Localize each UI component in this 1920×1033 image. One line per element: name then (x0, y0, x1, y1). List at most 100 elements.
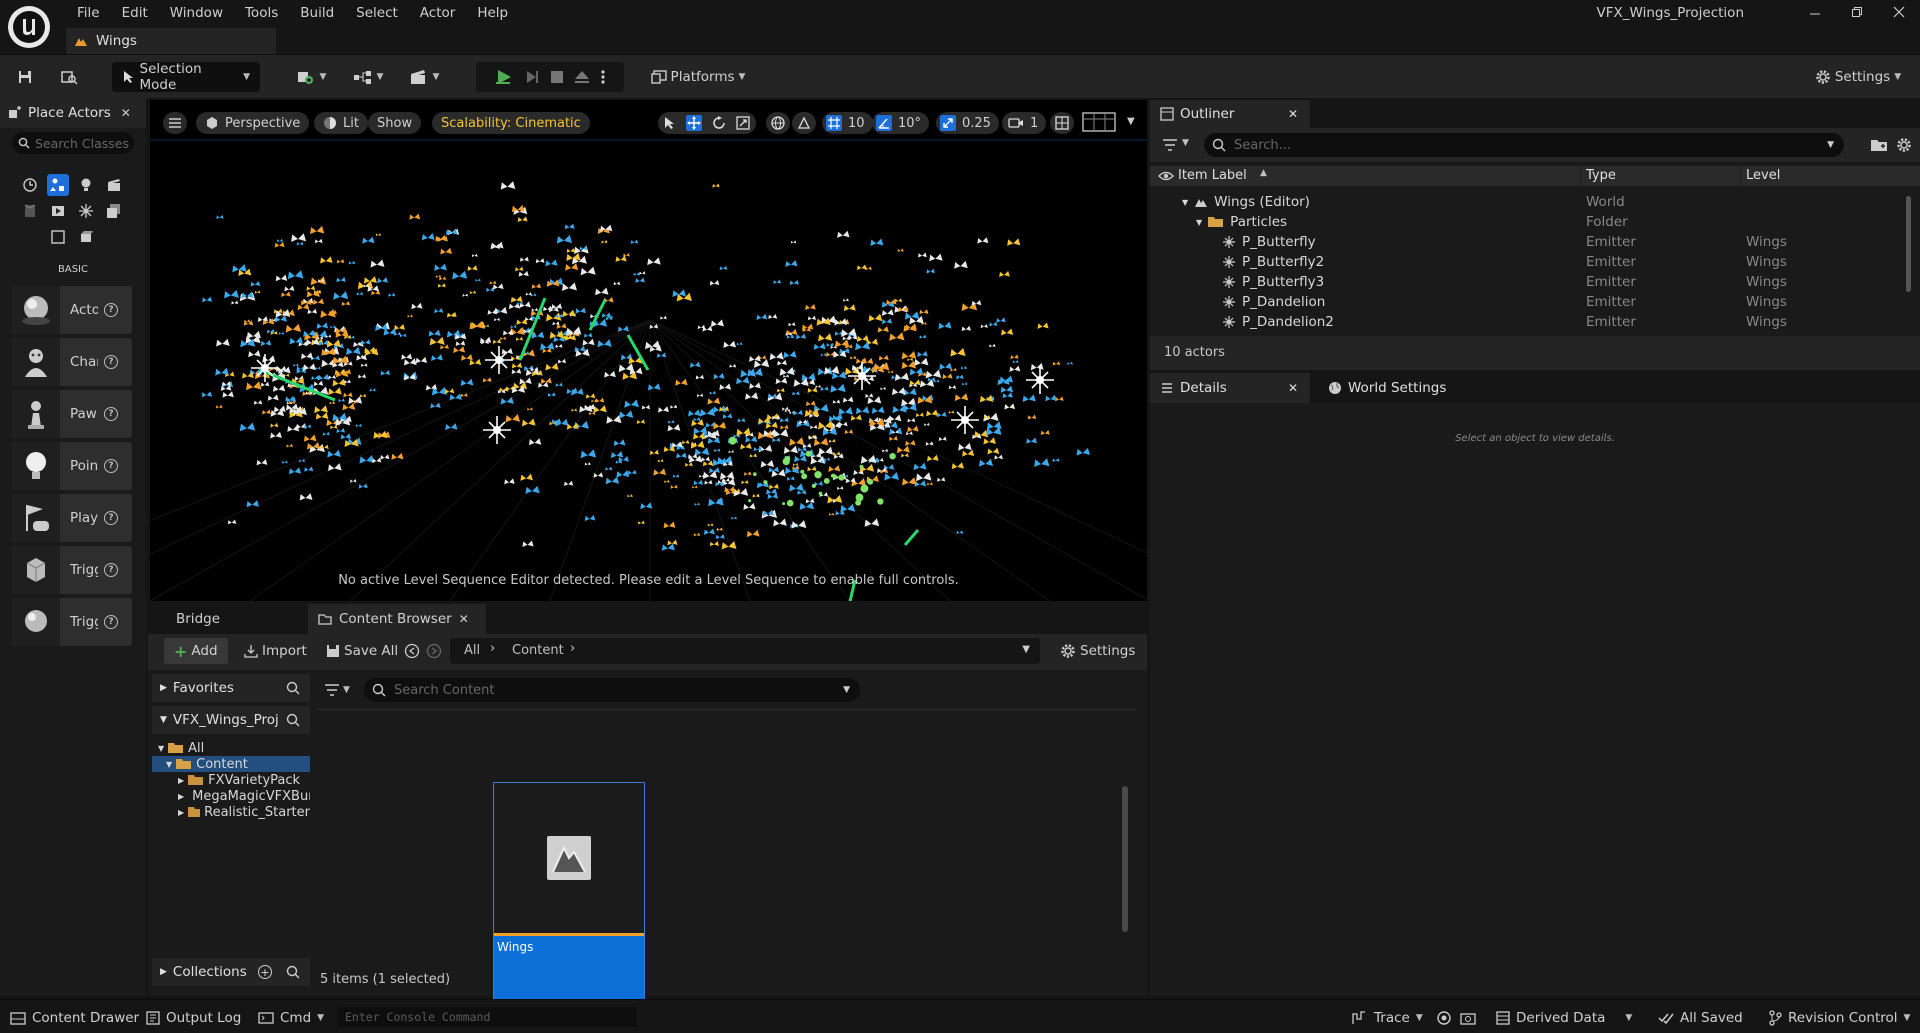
tree-item-all[interactable]: ▼ All (152, 740, 310, 756)
eye-icon[interactable] (1158, 170, 1174, 182)
chevron-right-icon[interactable]: › (570, 641, 575, 656)
actor-item-actor[interactable]: Actor ? (12, 286, 132, 334)
cinematic-icon[interactable] (103, 174, 125, 196)
help-icon[interactable]: ? (104, 563, 118, 577)
search-icon[interactable] (286, 681, 300, 695)
search-icon[interactable] (286, 713, 300, 727)
outliner-tab[interactable]: Outliner ✕ (1150, 100, 1310, 128)
tab-content-browser[interactable]: Content Browser ✕ (308, 604, 486, 634)
close-tab-icon[interactable]: ✕ (1288, 381, 1298, 395)
save-all-button[interactable]: Save All (326, 638, 398, 664)
actor-item-trigger-sphere[interactable]: Trigger Sphere ? (12, 598, 132, 646)
actor-item-pawn[interactable]: Pawn ? (12, 390, 132, 438)
close-window-icon[interactable] (1878, 2, 1920, 22)
tree-item-realistic-starter[interactable]: ▶ Realistic_Starter (152, 804, 310, 820)
chevron-down-icon[interactable]: ▼ (1827, 140, 1834, 150)
favorites-section[interactable]: ▶ Favorites (152, 674, 310, 702)
basic-category-icon[interactable] (47, 174, 69, 196)
tab-bridge[interactable]: Bridge (166, 604, 230, 634)
path-content[interactable]: Content (512, 643, 564, 658)
help-icon[interactable]: ? (104, 303, 118, 317)
blueprint-button[interactable]: ▼ (348, 62, 388, 92)
level-viewport[interactable]: Perspective Lit Show Scalability: Cinema… (150, 100, 1147, 601)
basic-shapes-icon[interactable] (75, 226, 97, 248)
outliner-row-emitter[interactable]: P_Butterfly Emitter Wings (1150, 232, 1920, 252)
layout-icon[interactable] (1082, 110, 1116, 134)
gear-icon[interactable] (1896, 137, 1912, 153)
help-icon[interactable]: ? (104, 511, 118, 525)
help-icon[interactable]: ? (104, 615, 118, 629)
chevron-down-icon[interactable]: ▼ (1022, 644, 1030, 655)
menu-actor[interactable]: Actor (409, 3, 467, 23)
menu-select[interactable]: Select (345, 3, 409, 23)
menu-window[interactable]: Window (159, 3, 234, 23)
filter-icon[interactable] (324, 683, 340, 697)
outliner-row-folder[interactable]: ▼ Particles Folder (1150, 212, 1920, 232)
column-level[interactable]: Level (1746, 168, 1780, 183)
search-content-input[interactable]: Search Content ▼ (364, 678, 860, 702)
recent-icon[interactable] (19, 174, 41, 196)
chevron-down-icon[interactable]: ▼ (1127, 116, 1135, 127)
outliner-row-world[interactable]: ▼ Wings (Editor) World (1150, 192, 1920, 212)
scale-tool-icon[interactable] (736, 116, 750, 130)
minimize-icon[interactable] (1794, 2, 1836, 22)
menu-build[interactable]: Build (289, 3, 345, 23)
record-icon[interactable] (1436, 1008, 1452, 1028)
browse-icon[interactable] (56, 62, 82, 92)
viewport-menu-icon[interactable] (163, 112, 187, 134)
unreal-logo-icon[interactable] (8, 6, 50, 48)
rotation-snap-button[interactable]: 10° (872, 112, 930, 134)
outliner-row-emitter[interactable]: P_Butterfly3 Emitter Wings (1150, 272, 1920, 292)
tree-item-megamagic[interactable]: ▶ MegaMagicVFXBundle (152, 788, 310, 804)
column-type[interactable]: Type (1586, 168, 1616, 183)
asset-tile-wings[interactable]: Wings Level (493, 782, 645, 1027)
restore-icon[interactable] (1836, 2, 1878, 22)
scrollbar[interactable] (1906, 196, 1911, 292)
add-collection-icon[interactable]: + (258, 965, 272, 979)
place-actors-search[interactable]: Search Classes (12, 132, 134, 154)
tree-item-fxvarietypack[interactable]: ▶ FXVarietyPack (152, 772, 310, 788)
output-log-button[interactable]: Output Log (146, 1008, 241, 1028)
details-tab[interactable]: Details ✕ (1150, 373, 1310, 403)
derived-data-dropdown[interactable]: Derived Data ▼ (1496, 1008, 1632, 1028)
scale-snap-button[interactable]: 0.25 (936, 112, 999, 134)
screenshot-icon[interactable] (1460, 1008, 1476, 1028)
cinematics-button[interactable]: ▼ (404, 62, 444, 92)
actor-item-trigger-box[interactable]: Trigger Box ? (12, 546, 132, 594)
grid-snap-button[interactable]: 10 (822, 112, 873, 134)
visual-effects-icon[interactable] (19, 200, 41, 222)
world-space-icon[interactable] (766, 112, 790, 134)
world-settings-tab[interactable]: World Settings (1318, 373, 1446, 403)
perspective-button[interactable]: Perspective (196, 112, 310, 134)
selection-mode-dropdown[interactable]: Selection Mode ▼ (112, 61, 260, 93)
outliner-row-emitter[interactable]: P_Dandelion Emitter Wings (1150, 292, 1920, 312)
scalability-button[interactable]: Scalability: Cinematic (432, 112, 590, 134)
help-icon[interactable]: ? (104, 407, 118, 421)
menu-file[interactable]: File (66, 3, 111, 23)
shapes-icon[interactable] (47, 226, 69, 248)
camera-speed-button[interactable]: 1 (1002, 112, 1047, 134)
stop-icon[interactable] (550, 70, 564, 84)
advance-frame-icon[interactable] (524, 69, 540, 85)
history-back-icon[interactable] (404, 638, 420, 664)
chevron-down-icon[interactable]: ▼ (343, 685, 350, 695)
level-tab[interactable]: Wings (66, 28, 276, 54)
search-icon[interactable] (286, 965, 300, 979)
platforms-button[interactable]: Platforms ▼ (648, 62, 748, 92)
lit-button[interactable]: Lit (314, 112, 368, 134)
surface-snap-icon[interactable] (792, 112, 816, 134)
add-button[interactable]: + Add (164, 638, 228, 664)
select-tool-icon[interactable] (664, 116, 676, 130)
cmd-dropdown[interactable]: Cmd ▼ (258, 1008, 324, 1028)
all-saved-button[interactable]: All Saved (1658, 1008, 1743, 1028)
add-folder-icon[interactable] (1870, 137, 1888, 153)
actor-item-character[interactable]: Character ? (12, 338, 132, 386)
menu-help[interactable]: Help (466, 3, 519, 23)
filter-icon[interactable] (1162, 138, 1178, 152)
content-settings-button[interactable]: Settings (1060, 638, 1135, 664)
actor-item-player-start[interactable]: Player Start ? (12, 494, 132, 542)
help-icon[interactable]: ? (104, 355, 118, 369)
close-tab-icon[interactable]: ✕ (1288, 107, 1298, 121)
trace-dropdown[interactable]: Trace ▼ (1352, 1008, 1423, 1028)
show-button[interactable]: Show (368, 112, 422, 134)
